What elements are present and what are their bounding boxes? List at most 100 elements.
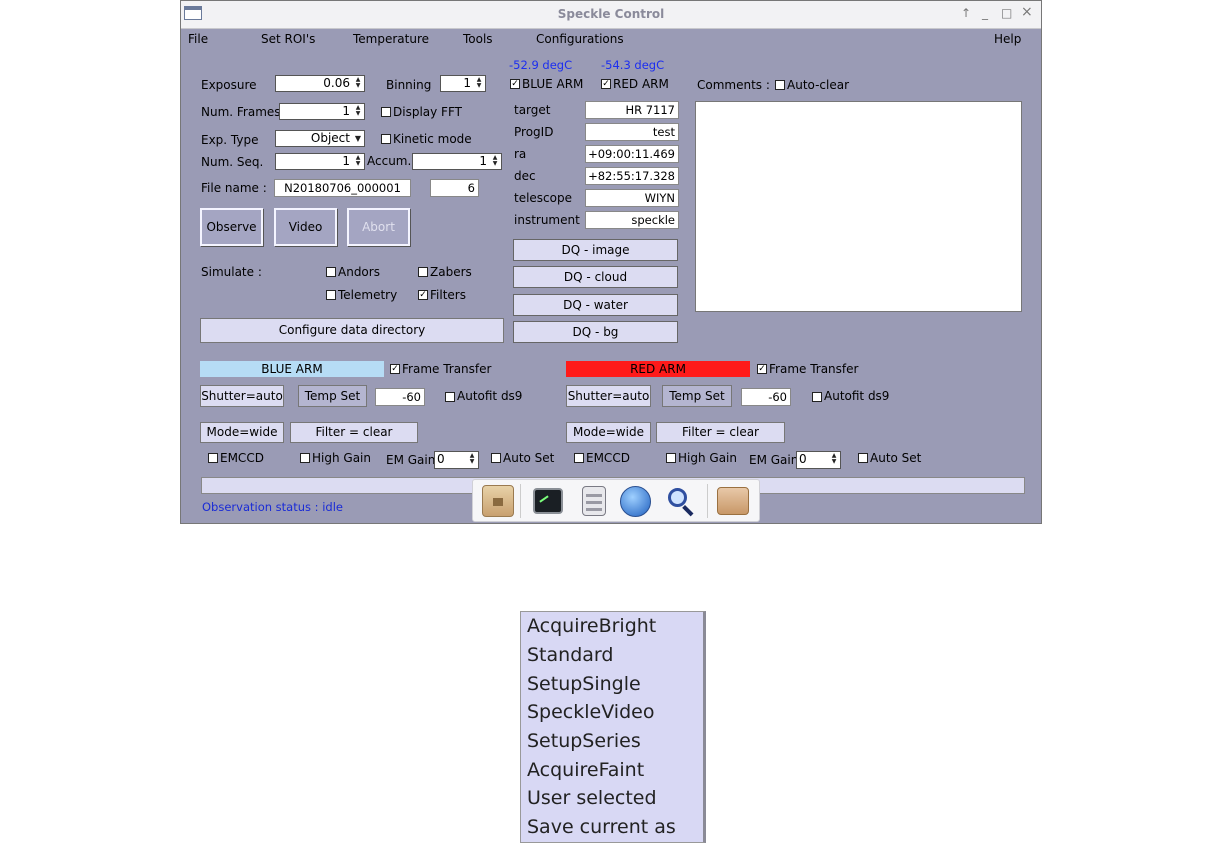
ra-field[interactable]: +09:00:11.469	[585, 145, 679, 163]
menu-item-user-selected[interactable]: User selected	[527, 787, 657, 809]
dq-bg-button[interactable]: DQ - bg	[513, 321, 678, 343]
red-mode-button[interactable]: Mode=wide	[566, 422, 651, 443]
num-frames-spinbox[interactable]: 1 ▲ ▼	[279, 103, 365, 120]
spin-arrows-icon[interactable]: ▲ ▼	[474, 77, 484, 90]
red-em-gain-spinbox[interactable]: 0 ▲ ▼	[796, 451, 841, 469]
video-button[interactable]: Video	[274, 208, 337, 246]
search-icon[interactable]	[666, 486, 697, 517]
spin-arrows-icon[interactable]: ▲ ▼	[490, 155, 500, 168]
red-temp-set-button[interactable]: Temp Set	[662, 385, 732, 407]
red-filter-button[interactable]: Filter = clear	[656, 422, 785, 443]
red-emccd-checkbox[interactable]	[574, 453, 584, 463]
blue-emccd-checkbox[interactable]	[208, 453, 218, 463]
blue-shutter-button[interactable]: Shutter=auto	[200, 385, 284, 407]
andors-checkbox[interactable]	[326, 267, 336, 277]
exposure-value: 0.06	[323, 76, 350, 90]
menu-help[interactable]: Help	[994, 32, 1021, 46]
close-button[interactable]: ×	[1021, 4, 1033, 20]
web-browser-icon[interactable]	[620, 486, 651, 517]
maximize-button[interactable]: □	[1001, 6, 1012, 20]
menu-item-acquire-bright[interactable]: AcquireBright	[527, 615, 656, 637]
binning-spinbox[interactable]: 1 ▲ ▼	[440, 75, 486, 92]
dock-separator	[520, 484, 521, 518]
spin-arrows-icon[interactable]: ▲ ▼	[353, 105, 363, 118]
file-name-field[interactable]: N20180706_000001	[274, 179, 411, 197]
title-bar: Speckle Control ↑ _ □ ×	[181, 1, 1041, 29]
always-on-top-button[interactable]: ↑	[961, 6, 971, 20]
blue-temperature: -52.9 degC	[509, 58, 573, 72]
file-manager-icon[interactable]	[582, 486, 606, 516]
file-index-field[interactable]: 6	[430, 179, 479, 197]
configure-data-directory-button[interactable]: Configure data directory	[200, 318, 504, 343]
menu-item-acquire-faint[interactable]: AcquireFaint	[527, 759, 644, 781]
dq-cloud-button[interactable]: DQ - cloud	[513, 266, 678, 288]
minimize-button[interactable]: _	[982, 6, 988, 20]
display-fft-checkbox[interactable]	[381, 107, 391, 117]
num-frames-label: Num. Frames	[201, 105, 281, 119]
exp-type-dropdown[interactable]: Object ▼	[275, 130, 365, 147]
menu-tools[interactable]: Tools	[463, 32, 493, 46]
telescope-field[interactable]: WIYN	[585, 189, 679, 207]
exposure-spinbox[interactable]: 0.06 ▲ ▼	[275, 75, 365, 92]
blue-em-gain-spinbox[interactable]: 0 ▲ ▼	[434, 451, 479, 469]
zabers-checkbox[interactable]	[418, 267, 428, 277]
num-seq-label: Num. Seq.	[201, 155, 264, 169]
accum-spinbox[interactable]: 1 ▲ ▼	[412, 153, 502, 170]
red-frame-transfer-checkbox[interactable]: ✓	[757, 364, 767, 374]
spin-arrows-icon[interactable]: ▲ ▼	[353, 77, 363, 90]
blue-auto-set-checkbox[interactable]	[491, 453, 501, 463]
spin-arrows-icon[interactable]: ▲ ▼	[829, 453, 839, 466]
telemetry-checkbox[interactable]	[326, 290, 336, 300]
auto-clear-checkbox[interactable]	[775, 80, 785, 90]
menu-temperature[interactable]: Temperature	[353, 32, 429, 46]
blue-high-gain-checkbox[interactable]	[300, 453, 310, 463]
dq-image-button[interactable]: DQ - image	[513, 239, 678, 261]
blue-frame-transfer-checkbox[interactable]: ✓	[390, 364, 400, 374]
menu-item-standard[interactable]: Standard	[527, 644, 613, 666]
menu-configurations[interactable]: Configurations	[536, 32, 624, 46]
menu-file[interactable]: File	[188, 32, 208, 46]
home-folder-icon[interactable]	[482, 485, 514, 517]
red-autofit-checkbox[interactable]	[812, 392, 822, 402]
terminal-icon[interactable]	[533, 488, 563, 514]
red-arm-checkbox[interactable]: ✓	[601, 79, 611, 89]
menu-item-save-current-as[interactable]: Save current as	[527, 816, 676, 838]
progid-field[interactable]: test	[585, 123, 679, 141]
observe-button[interactable]: Observe	[200, 208, 263, 246]
progid-label: ProgID	[514, 125, 554, 139]
configurations-popup-menu: AcquireBright Standard SetupSingle Speck…	[520, 611, 706, 843]
blue-mode-button[interactable]: Mode=wide	[200, 422, 284, 443]
folder-icon[interactable]	[717, 487, 749, 515]
dq-water-button[interactable]: DQ - water	[513, 294, 678, 316]
red-arm-header: RED ARM	[566, 361, 750, 377]
kinetic-mode-checkbox[interactable]	[381, 134, 391, 144]
abort-button[interactable]: Abort	[347, 208, 410, 246]
menu-item-setup-series[interactable]: SetupSeries	[527, 730, 641, 752]
instrument-field[interactable]: speckle	[585, 211, 679, 229]
dock-separator	[707, 484, 708, 518]
red-shutter-button[interactable]: Shutter=auto	[566, 385, 651, 407]
spin-arrows-icon[interactable]: ▲ ▼	[353, 155, 363, 168]
menu-set-rois[interactable]: Set ROI's	[261, 32, 315, 46]
blue-arm-checkbox[interactable]: ✓	[510, 79, 520, 89]
target-field[interactable]: HR 7117	[585, 101, 679, 119]
blue-temp-set-button[interactable]: Temp Set	[298, 385, 367, 407]
menu-item-speckle-video[interactable]: SpeckleVideo	[527, 701, 654, 723]
red-temp-field[interactable]: -60	[741, 388, 791, 406]
num-frames-value: 1	[342, 104, 350, 118]
num-seq-spinbox[interactable]: 1 ▲ ▼	[275, 153, 365, 170]
blue-temp-field[interactable]: -60	[375, 388, 425, 406]
menu-item-setup-single[interactable]: SetupSingle	[527, 673, 641, 695]
red-auto-set-checkbox[interactable]	[858, 453, 868, 463]
dec-field[interactable]: +82:55:17.328	[585, 167, 679, 185]
blue-em-gain-label: EM Gain	[386, 453, 436, 467]
red-high-gain-checkbox[interactable]	[666, 453, 676, 463]
blue-autofit-checkbox[interactable]	[445, 392, 455, 402]
filters-checkbox[interactable]: ✓	[418, 290, 428, 300]
spin-arrows-icon[interactable]: ▲ ▼	[467, 453, 477, 466]
ra-label: ra	[514, 147, 527, 161]
blue-filter-button[interactable]: Filter = clear	[290, 422, 418, 443]
comments-textarea[interactable]	[695, 101, 1022, 312]
blue-auto-set-label: Auto Set	[503, 451, 555, 465]
chevron-down-icon[interactable]: ▼	[353, 132, 363, 145]
